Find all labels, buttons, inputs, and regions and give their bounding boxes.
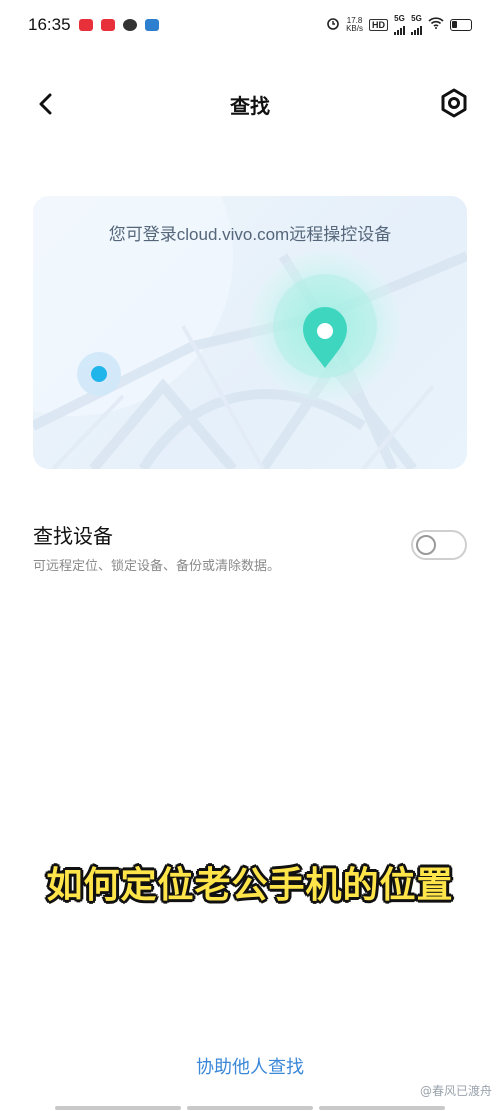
- network-type: 5G: [394, 14, 405, 23]
- device-dot: [91, 366, 107, 382]
- network-speed: 17.8 KB/s: [346, 17, 363, 33]
- help-others-find-link[interactable]: 协助他人查找: [0, 1053, 500, 1079]
- speed-unit: KB/s: [346, 24, 363, 33]
- setting-description: 可远程定位、锁定设备、备份或清除数据。: [33, 559, 281, 574]
- settings-button[interactable]: [438, 87, 470, 119]
- network-type: 5G: [411, 14, 422, 23]
- status-bar: 16:35 17.8 KB/s HD 5G 5G: [0, 0, 500, 50]
- find-device-banner: 您可登录cloud.vivo.com远程操控设备: [33, 196, 467, 469]
- remote-control-hint: 您可登录cloud.vivo.com远程操控设备: [108, 225, 392, 244]
- nav-bar: 查找: [0, 78, 500, 128]
- overlay-caption: 如何定位老公手机的位置: [46, 865, 454, 906]
- alarm-icon: [326, 16, 340, 35]
- clock: 16:35: [28, 15, 71, 34]
- hd-icon: HD: [369, 19, 388, 31]
- home-indicator[interactable]: [55, 1106, 445, 1110]
- gear-icon: [441, 88, 467, 118]
- notification-app-icon: [78, 19, 93, 31]
- battery-icon: [450, 19, 472, 31]
- home-indicator-segment: [55, 1106, 181, 1110]
- signal-icon: [411, 23, 422, 35]
- message-icon: [122, 19, 137, 31]
- signal-5g-1: 5G: [394, 15, 405, 35]
- signal-5g-2: 5G: [411, 15, 422, 35]
- find-device-toggle[interactable]: [411, 530, 467, 560]
- find-device-setting[interactable]: 查找设备 可远程定位、锁定设备、备份或清除数据。: [33, 520, 467, 574]
- watermark: @春风已渡舟: [419, 1084, 492, 1098]
- status-bar-right: 17.8 KB/s HD 5G 5G: [326, 15, 472, 35]
- status-bar-left: 16:35: [28, 15, 159, 35]
- notification-app-icon: [144, 19, 159, 31]
- setting-title: 查找设备: [33, 524, 113, 548]
- page-title: 查找: [230, 94, 270, 118]
- notification-app-icon: [100, 19, 115, 31]
- home-indicator-segment: [319, 1106, 445, 1110]
- signal-icon: [394, 23, 405, 35]
- toggle-knob: [416, 535, 436, 555]
- home-indicator-segment: [187, 1106, 313, 1110]
- wifi-icon: [428, 16, 444, 34]
